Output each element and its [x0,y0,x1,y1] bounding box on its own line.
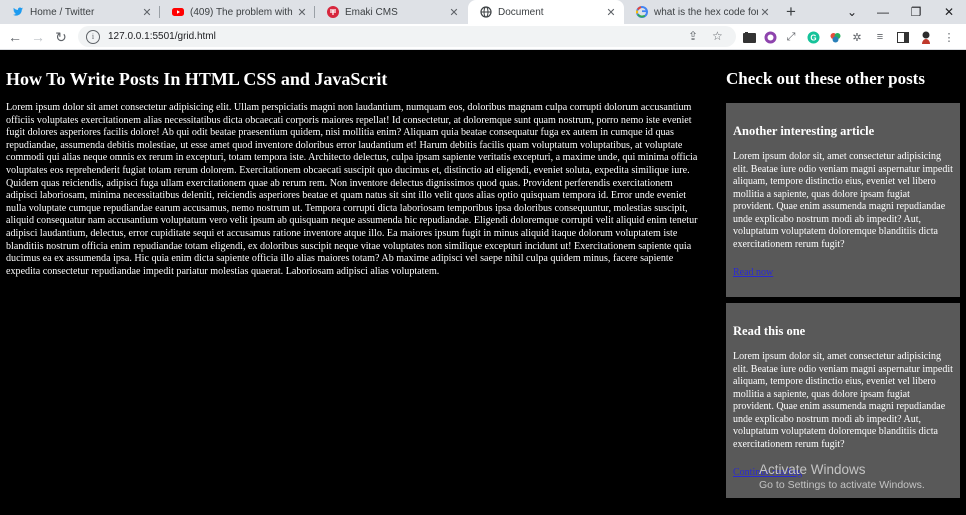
globe-icon [480,6,492,18]
address-bar[interactable]: i 127.0.0.1:5501/grid.html ⇪ ☆ [78,26,736,47]
bookmark-star-icon[interactable]: ☆ [712,29,723,43]
card-title: Another interesting article [733,124,875,138]
close-tab-icon[interactable]: ✕ [447,6,461,19]
article: How To Write Posts In HTML CSS and JavaS… [6,50,706,278]
article-title: How To Write Posts In HTML CSS and JavaS… [6,69,388,89]
tab-emaki-cms[interactable]: Emaki CMS ✕ [315,0,467,24]
tab-title: (409) The problem with perce [190,6,295,18]
close-window-icon[interactable]: ✕ [934,0,964,24]
google-icon [636,6,648,18]
grammarly-icon[interactable]: G [806,30,820,44]
chevron-down-icon[interactable]: ⌄ [837,0,867,24]
activate-windows-watermark: Activate Windows Go to Settings to activ… [759,462,925,492]
watermark-title: Activate Windows [759,462,866,477]
reload-icon[interactable]: ↻ [51,27,71,47]
tab-title: Document [498,6,544,18]
tab-document[interactable]: Document ✕ [468,0,624,24]
share-icon[interactable]: ⇪ [688,29,698,43]
fullscreen-icon[interactable]: ⤢ [784,30,798,44]
profile-avatar[interactable] [919,30,933,44]
forward-icon[interactable]: → [28,27,48,47]
tab-google-search[interactable]: what is the hex code for dar ✕ [624,0,778,24]
reading-list-icon[interactable]: ≡ [873,30,887,44]
post-card: Another interesting article Lorem ipsum … [726,103,960,297]
card-body: Lorem ipsum dolor sit, amet consectetur … [733,351,953,450]
url-text[interactable]: 127.0.0.1:5501/grid.html [108,31,216,42]
article-body: Lorem ipsum dolor sit amet consectetur a… [6,102,698,277]
new-tab-button[interactable]: + [782,0,800,24]
close-tab-icon[interactable]: ✕ [140,6,154,19]
back-icon[interactable]: ← [5,27,25,47]
sidebar-heading: Check out these other posts [726,69,925,88]
close-tab-icon[interactable]: ✕ [295,6,309,19]
tab-youtube[interactable]: (409) The problem with perce ✕ [160,0,315,24]
extension-grid-icon[interactable] [742,30,756,44]
tab-strip: Home / Twitter ✕ (409) The problem with … [0,0,966,24]
youtube-icon [172,6,184,18]
twitter-icon [12,6,24,18]
side-panel-icon[interactable] [896,30,910,44]
tab-title: Home / Twitter [30,6,95,18]
svg-text:G: G [810,33,816,42]
tab-twitter[interactable]: Home / Twitter ✕ [0,0,160,24]
tab-title: Emaki CMS [345,6,398,18]
sidebar: Check out these other posts Another inte… [726,50,960,498]
browser-toolbar: ← → ↻ i 127.0.0.1:5501/grid.html ⇪ ☆ ⤢ G… [0,24,966,50]
card-title: Read this one [733,324,806,338]
read-now-link[interactable]: Read now [733,267,953,278]
restore-icon[interactable]: ❐ [901,0,931,24]
tab-title: what is the hex code for dar [654,6,758,18]
close-tab-icon[interactable]: ✕ [604,6,618,19]
puzzle-extensions-icon[interactable]: ✲ [850,30,864,44]
color-extension-icon[interactable] [763,30,777,44]
card-body: Lorem ipsum dolor sit, amet consectetur … [733,151,953,250]
emaki-icon [327,6,339,18]
menu-kebab-icon[interactable]: ⋮ [942,30,956,44]
info-icon[interactable]: i [86,29,100,44]
colorwheel-icon[interactable] [828,30,842,44]
minimize-icon[interactable]: — [868,0,898,24]
close-tab-icon[interactable]: ✕ [758,6,772,19]
watermark-subtitle: Go to Settings to activate Windows. [759,479,925,491]
